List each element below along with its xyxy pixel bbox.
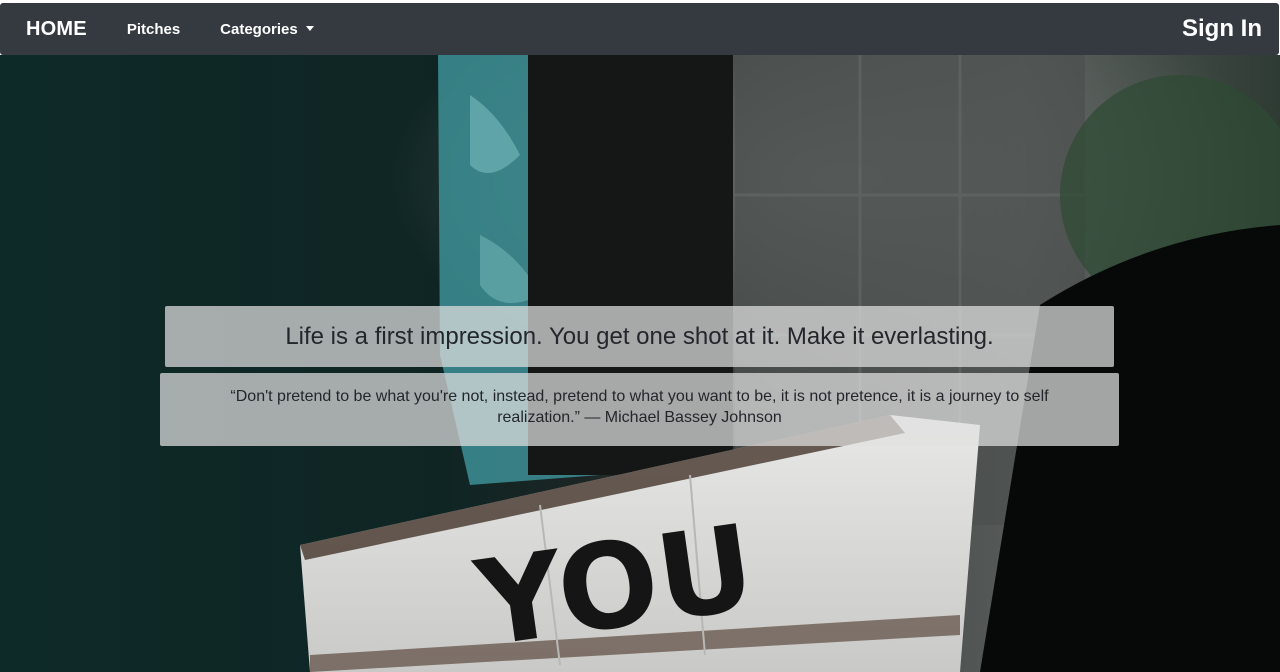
hero-background-image: YOU Life is a first impression. You get … [0,55,1280,672]
top-navbar: HOME Pitches Categories Sign In [0,3,1279,55]
sign-in-link[interactable]: Sign In [1182,15,1262,43]
headline-banner: Life is a first impression. You get one … [165,306,1114,367]
chevron-down-icon [305,25,314,31]
nav-link-pitches[interactable]: Pitches [127,21,180,38]
home-link[interactable]: HOME [26,18,87,41]
categories-label: Categories [220,20,298,38]
headline-text: Life is a first impression. You get one … [285,322,994,350]
categories-dropdown[interactable]: Categories [220,21,314,38]
quote-banner: “Don't pretend to be what you're not, in… [160,373,1119,446]
quote-text: “Don't pretend to be what you're not, in… [230,388,1049,426]
